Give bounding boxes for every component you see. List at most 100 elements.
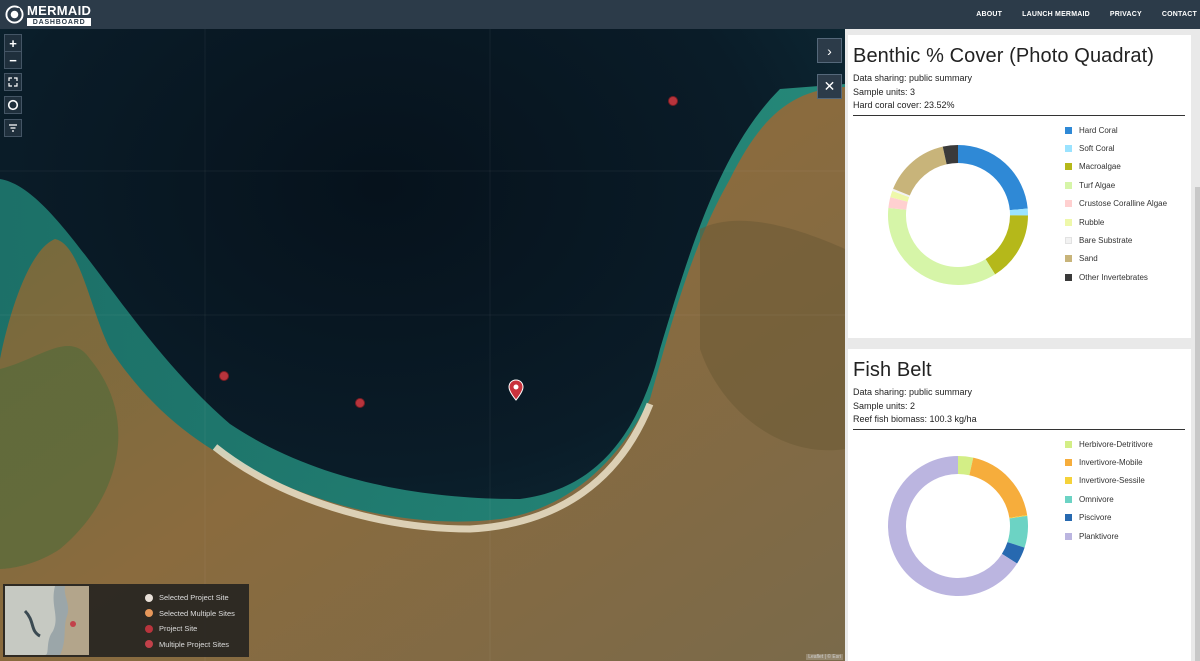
donut-slice-omnivore[interactable]: [1007, 515, 1028, 548]
project-site-marker[interactable]: [667, 95, 679, 107]
legend-item-turf-algae[interactable]: Turf Algae: [1065, 176, 1167, 194]
donut-slice-macroalgae[interactable]: [985, 214, 1028, 275]
nav-privacy-link[interactable]: PRIVACY: [1110, 11, 1142, 18]
hard-coral-cover-text: Hard coral cover: 23.52%: [853, 100, 955, 110]
logo-subtitle: DASHBOARD: [27, 17, 92, 26]
legend-swatch: [1065, 440, 1072, 448]
donut-slice-bare-substrate[interactable]: [892, 188, 910, 198]
legend-item-planktivore[interactable]: Planktivore: [1065, 527, 1153, 545]
nav-about-link[interactable]: ABOUT: [976, 11, 1002, 18]
legend-item-bare-substrate[interactable]: Bare Substrate: [1065, 231, 1167, 249]
legend-label: Invertivore-Sessile: [1079, 476, 1145, 486]
circle-icon: [7, 99, 19, 111]
site-details-panel[interactable]: Benthic % Cover (Photo Quadrat) Data sha…: [845, 29, 1200, 661]
selected-multiple-sites-icon: [145, 609, 153, 618]
logo-title: MERMAID: [27, 2, 92, 18]
legend-item-soft-coral[interactable]: Soft Coral: [1065, 139, 1167, 157]
legend-label: Sand: [1079, 254, 1098, 264]
data-sharing-text: Data sharing: public summary: [853, 73, 973, 83]
zoom-out-button[interactable]: −: [4, 51, 22, 69]
legend-item-omnivore[interactable]: Omnivore: [1065, 490, 1153, 508]
donut-slice-sand[interactable]: [893, 146, 948, 196]
legend-item-invertivore-mobile[interactable]: Invertivore-Mobile: [1065, 453, 1153, 471]
map-legend: Selected Project Site Selected Multiple …: [3, 584, 249, 657]
legend-label: Macroalgae: [1079, 162, 1121, 172]
zoom-in-button[interactable]: +: [4, 34, 22, 52]
legend-item-herbivore-detritivore[interactable]: Herbivore-Detritivore: [1065, 435, 1153, 453]
selected-site-icon: [145, 593, 153, 602]
fullscreen-button[interactable]: [4, 73, 22, 91]
card-title: Benthic % Cover (Photo Quadrat): [853, 45, 1155, 67]
multiple-project-sites-icon: [145, 640, 153, 649]
selected-site-marker[interactable]: [508, 379, 524, 401]
benthic-chart-legend: Hard Coral Soft Coral Macroalgae Turf Algae…: [1065, 121, 1167, 287]
legend-item-piscivore[interactable]: Piscivore: [1065, 509, 1153, 527]
benthic-donut-chart[interactable]: [883, 140, 1033, 290]
legend-swatch: [1065, 514, 1072, 522]
divider: [853, 428, 1185, 430]
legend-label: Project Site: [159, 624, 198, 634]
donut-slice-invertivore-mobile[interactable]: [968, 457, 1028, 519]
mermaid-logo-icon: [5, 5, 24, 24]
mermaid-logo[interactable]: MERMAID DASHBOARD: [5, 0, 92, 29]
legend-label: Selected Multiple Sites: [159, 608, 235, 618]
donut-slice-hard-coral[interactable]: [957, 145, 1028, 211]
donut-slice-turf-algae[interactable]: [888, 207, 996, 285]
legend-item-hard-coral[interactable]: Hard Coral: [1065, 121, 1167, 139]
legend-label: Hard Coral: [1079, 125, 1118, 135]
donut-slice-other-invertebrates[interactable]: [942, 145, 959, 165]
legend-selected-multiple-sites: Selected Multiple Sites: [145, 606, 235, 622]
donut-slice-herbivore-detritivore[interactable]: [957, 456, 974, 476]
panel-scrollbar[interactable]: [1195, 187, 1200, 661]
project-site-marker[interactable]: [218, 370, 230, 382]
legend-label: Other Invertebrates: [1079, 272, 1148, 282]
benthic-card: Benthic % Cover (Photo Quadrat) Data sha…: [848, 35, 1191, 338]
legend-swatch: [1065, 255, 1072, 263]
donut-slice-crustose-coralline-algae[interactable]: [888, 197, 908, 210]
legend-label: Omnivore: [1079, 494, 1114, 504]
basemap-toggle-button[interactable]: [4, 96, 22, 114]
donut-slice-rubble[interactable]: [890, 190, 910, 202]
satellite-imagery: [0, 29, 845, 661]
legend-swatch: [1065, 459, 1072, 467]
legend-swatch: [1065, 477, 1072, 485]
fish-biomass-text: Reef fish biomass: 100.3 kg/ha: [853, 414, 977, 424]
nav-launch-mermaid-link[interactable]: LAUNCH MERMAID: [1022, 11, 1090, 18]
divider: [853, 114, 1185, 116]
legend-swatch: [1065, 532, 1072, 540]
legend-label: Invertivore-Mobile: [1079, 458, 1143, 468]
filter-button[interactable]: [4, 119, 22, 137]
legend-item-sand[interactable]: Sand: [1065, 250, 1167, 268]
satellite-map[interactable]: + − › ✕ Selected Project Site Selected M…: [0, 29, 845, 661]
legend-item-crustose-coralline-algae[interactable]: Crustose Coralline Algae: [1065, 195, 1167, 213]
legend-label: Turf Algae: [1079, 180, 1116, 190]
donut-slice-piscivore[interactable]: [1001, 541, 1025, 564]
legend-multiple-project-sites: Multiple Project Sites: [145, 637, 235, 653]
legend-swatch: [1065, 218, 1072, 226]
legend-swatch: [1065, 237, 1072, 245]
legend-swatch: [1065, 181, 1072, 189]
legend-item-invertivore-sessile[interactable]: Invertivore-Sessile: [1065, 472, 1153, 490]
overview-minimap[interactable]: [5, 586, 89, 655]
legend-swatch: [1065, 200, 1072, 208]
legend-swatch: [1065, 495, 1072, 503]
map-attribution[interactable]: Leaflet | © Esri: [806, 654, 843, 660]
expand-panel-button[interactable]: ›: [817, 38, 842, 63]
close-panel-button[interactable]: ✕: [817, 74, 842, 99]
filter-icon: [9, 124, 17, 132]
data-sharing-text: Data sharing: public summary: [853, 387, 973, 397]
legend-selected-site: Selected Project Site: [145, 590, 235, 606]
legend-item-rubble[interactable]: Rubble: [1065, 213, 1167, 231]
fish-belt-donut-chart[interactable]: [883, 451, 1033, 601]
legend-label: Multiple Project Sites: [159, 639, 230, 649]
fish-belt-card: Fish Belt Data sharing: public summary S…: [848, 349, 1191, 661]
legend-item-other-invertebrates[interactable]: Other Invertebrates: [1065, 268, 1167, 286]
fish-belt-chart-legend: Herbivore-Detritivore Invertivore-Mobile I…: [1065, 435, 1153, 545]
legend-item-macroalgae[interactable]: Macroalgae: [1065, 158, 1167, 176]
legend-swatch: [1065, 273, 1072, 281]
nav-contact-link[interactable]: CONTACT: [1162, 11, 1197, 18]
sample-units-text: Sample units: 2: [853, 400, 916, 411]
project-site-marker[interactable]: [354, 397, 366, 409]
sample-units-text: Sample units: 3: [853, 86, 916, 97]
legend-swatch: [1065, 163, 1072, 171]
